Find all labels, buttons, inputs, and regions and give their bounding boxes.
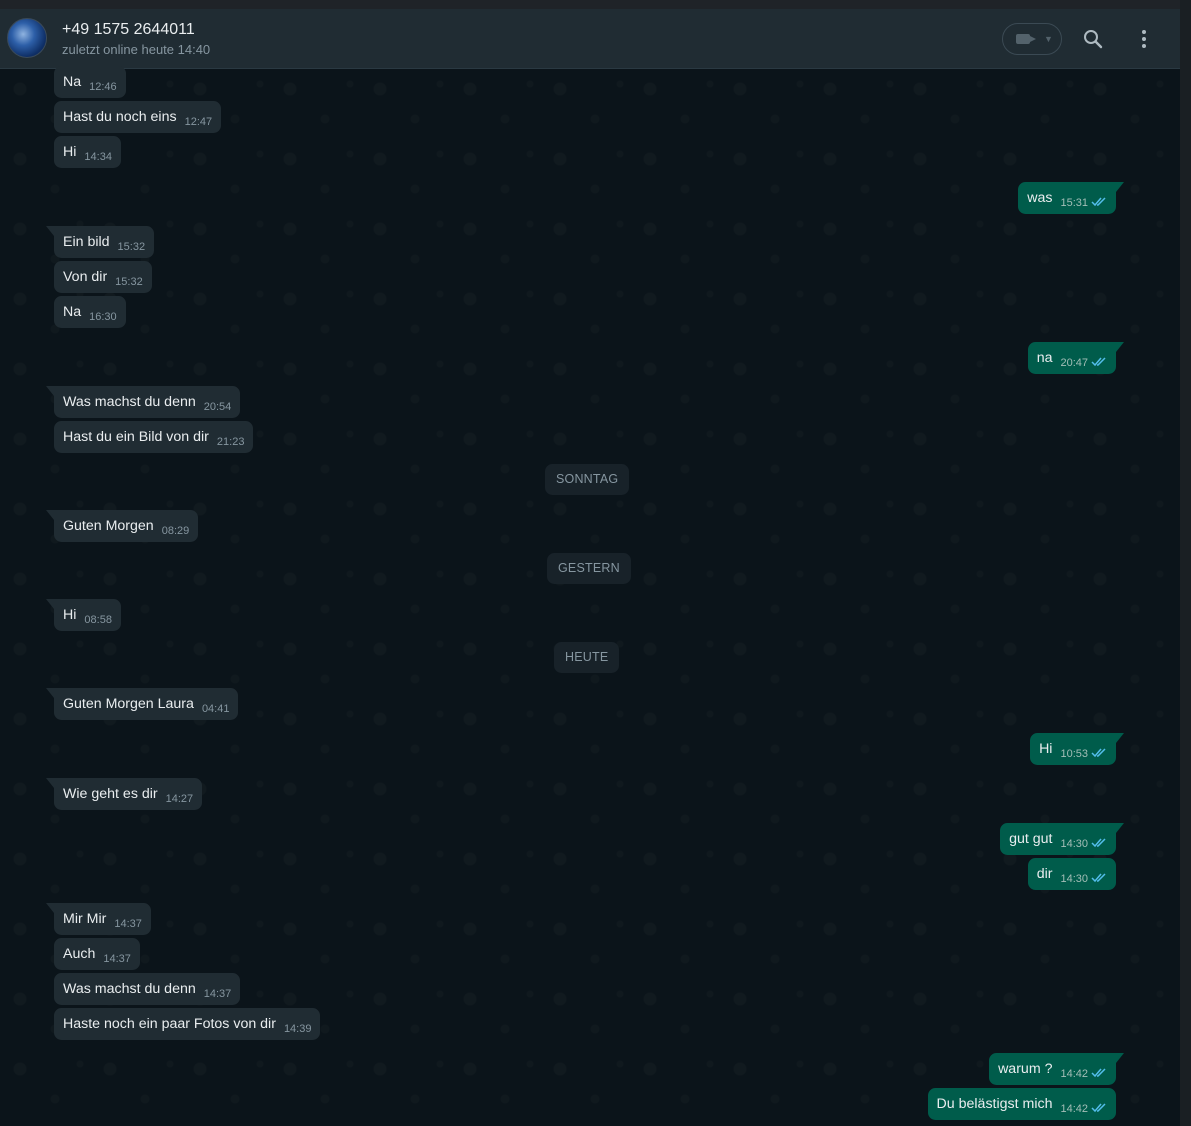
double-check-icon — [1091, 838, 1106, 848]
message-text: Was machst du denn — [63, 394, 196, 410]
message-time: 16:30 — [89, 311, 117, 323]
message-time: 15:32 — [115, 276, 143, 288]
message-outgoing[interactable]: Du belästigst mich 14:42 — [927, 1088, 1116, 1120]
message-text: Guten Morgen Laura — [63, 696, 194, 712]
message-incoming[interactable]: Ein bild 15:32 — [45, 226, 155, 258]
message-time: 04:41 — [201, 703, 230, 715]
message-text: warum ? — [998, 1061, 1053, 1077]
message-text: Hast du noch eins — [63, 109, 177, 125]
message-time: 12:46 — [89, 81, 117, 93]
message-time: 14:37 — [114, 918, 142, 930]
message-time: 12:47 — [184, 116, 213, 128]
message-incoming[interactable]: Hast du ein Bild von dir 21:23 — [54, 421, 254, 453]
message-incoming[interactable]: Guten Morgen 08:29 — [45, 510, 199, 542]
message-time: 14:27 — [165, 793, 194, 805]
message-text: Na — [63, 304, 82, 320]
message-time: 20:54 — [203, 401, 232, 413]
message-text: Ein bild — [63, 234, 110, 250]
message-time: 14:37 — [203, 988, 232, 1000]
message-text: Hi — [1039, 741, 1053, 757]
message-incoming[interactable]: Na 16:30 — [54, 296, 126, 328]
message-text: Hast du ein Bild von dir — [63, 429, 209, 445]
double-check-icon — [1091, 357, 1106, 367]
message-outgoing[interactable]: was 15:31 — [1018, 182, 1124, 214]
double-check-icon — [1091, 1103, 1106, 1113]
message-incoming[interactable]: Hi 14:34 — [54, 136, 121, 168]
date-separator: HEUTE — [554, 642, 620, 673]
search-icon[interactable] — [1083, 29, 1103, 49]
message-incoming[interactable]: Wie geht es dir 14:27 — [45, 778, 203, 810]
date-separator: GESTERN — [547, 553, 631, 584]
message-incoming[interactable]: Hi 08:58 — [46, 599, 121, 631]
message-text: Hi — [63, 607, 77, 623]
message-incoming[interactable]: Von dir 15:32 — [54, 261, 152, 293]
chat-header[interactable]: +49 1575 2644011 zuletzt online heute 14… — [0, 9, 1180, 69]
message-outgoing[interactable]: warum ? 14:42 — [989, 1053, 1124, 1085]
message-text: Na — [63, 74, 82, 90]
double-check-icon — [1091, 748, 1106, 758]
message-time: 08:58 — [84, 614, 112, 626]
message-time: 21:23 — [216, 436, 245, 448]
message-time: 14:34 — [84, 151, 112, 163]
message-incoming[interactable]: Haste noch ein paar Fotos von dir 14:39 — [54, 1008, 321, 1040]
contact-avatar[interactable] — [7, 18, 47, 58]
message-text: Von dir — [63, 269, 108, 285]
message-incoming[interactable]: Was machst du denn 14:37 — [54, 973, 241, 1005]
message-time: 14:42 — [1060, 1103, 1088, 1115]
window-right-edge — [1180, 0, 1191, 1126]
message-time: 14:42 — [1060, 1068, 1088, 1080]
message-time: 20:47 — [1060, 357, 1088, 369]
message-time: 14:30 — [1060, 873, 1088, 885]
message-incoming[interactable]: Hast du noch eins 12:47 — [54, 101, 222, 133]
video-call-icon — [1016, 34, 1036, 44]
message-text: Haste noch ein paar Fotos von dir — [63, 1016, 276, 1032]
message-time: 15:32 — [117, 241, 146, 253]
message-time: 10:53 — [1060, 748, 1088, 760]
message-text: Hi — [63, 144, 77, 160]
contact-status: zuletzt online heute 14:40 — [62, 42, 211, 57]
message-text: Du belästigst mich — [936, 1096, 1053, 1112]
chevron-down-icon: ▼ — [1044, 34, 1053, 44]
message-text: dir — [1036, 866, 1053, 882]
message-text: na — [1036, 350, 1053, 366]
message-incoming[interactable]: Was machst du denn 20:54 — [45, 386, 241, 418]
message-text: Guten Morgen — [63, 518, 154, 534]
message-time: 08:29 — [161, 525, 190, 537]
contact-name[interactable]: +49 1575 2644011 — [62, 21, 195, 39]
message-incoming[interactable]: Auch 14:37 — [54, 938, 140, 970]
message-outgoing[interactable]: dir 14:30 — [1027, 858, 1116, 890]
message-text: Mir Mir — [63, 911, 107, 927]
message-time: 14:37 — [103, 953, 131, 965]
window-top-strip — [0, 0, 1191, 9]
menu-icon[interactable] — [1134, 29, 1154, 49]
message-text: Auch — [63, 946, 96, 962]
message-text: Was machst du denn — [63, 981, 196, 997]
date-separator: SONNTAG — [545, 464, 630, 495]
message-text: Wie geht es dir — [63, 786, 158, 802]
message-outgoing[interactable]: na 20:47 — [1027, 342, 1125, 374]
message-time: 14:39 — [283, 1023, 312, 1035]
video-call-button[interactable]: ▼ — [1002, 23, 1062, 55]
double-check-icon — [1091, 197, 1106, 207]
message-text: gut gut — [1009, 831, 1053, 847]
message-incoming[interactable]: Na 12:46 — [54, 66, 126, 98]
message-outgoing[interactable]: Hi 10:53 — [1030, 733, 1124, 765]
double-check-icon — [1091, 1068, 1106, 1078]
message-incoming[interactable]: Guten Morgen Laura 04:41 — [45, 688, 239, 720]
message-time: 14:30 — [1060, 838, 1088, 850]
double-check-icon — [1091, 873, 1106, 883]
message-outgoing[interactable]: gut gut 14:30 — [1000, 823, 1124, 855]
message-incoming[interactable]: Mir Mir 14:37 — [46, 903, 151, 935]
message-time: 15:31 — [1060, 197, 1088, 209]
message-text: was — [1027, 190, 1053, 206]
chat-background — [0, 69, 1180, 1126]
